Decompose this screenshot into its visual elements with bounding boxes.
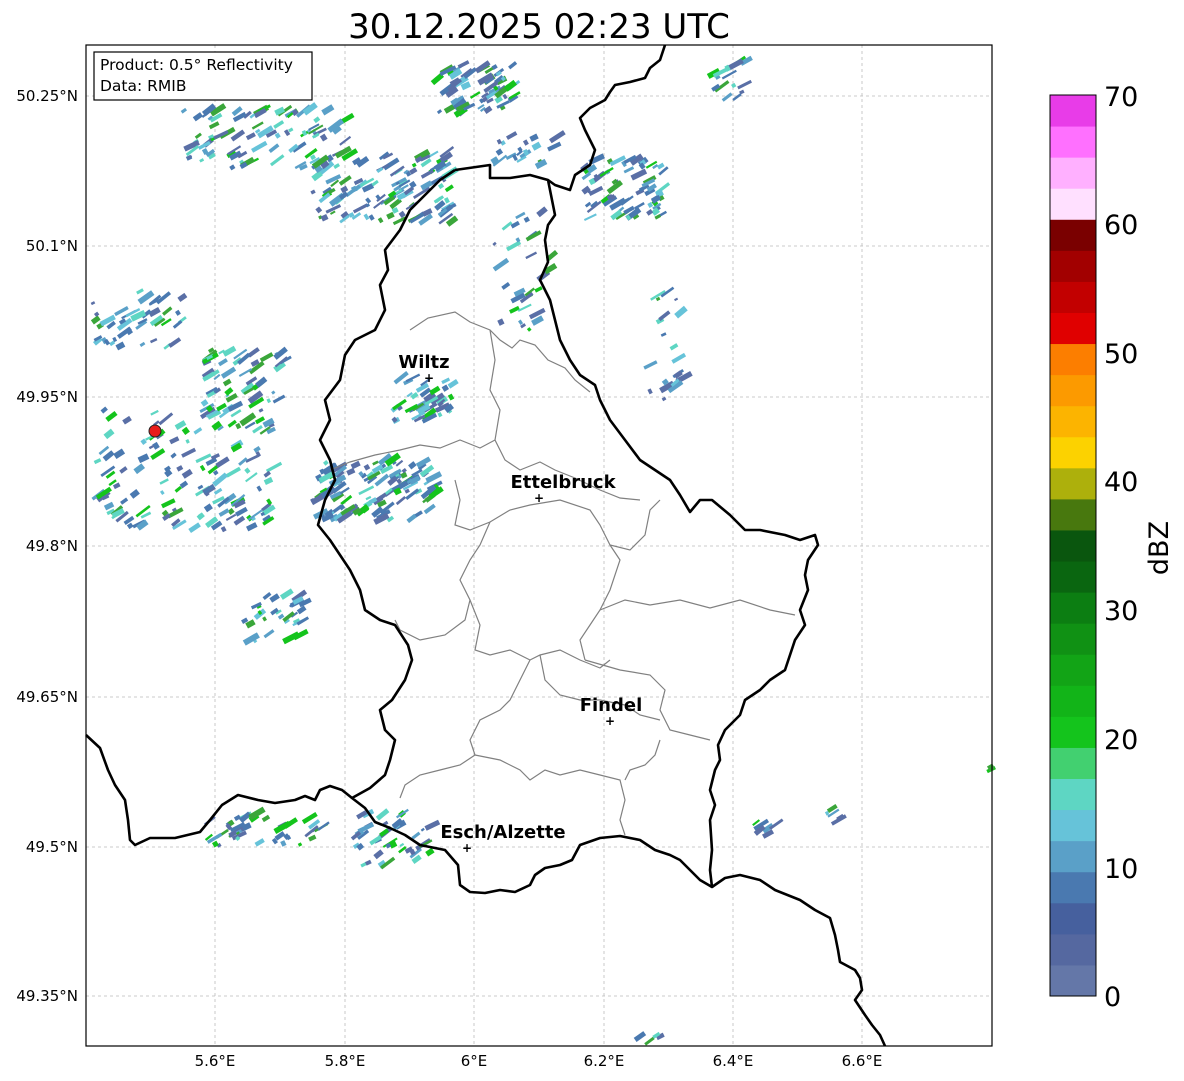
colorbar-segment	[1050, 933, 1096, 966]
lat-tick-label: 49.95°N	[16, 388, 78, 406]
lat-tick-label: 49.35°N	[16, 987, 78, 1005]
colorbar-segment	[1050, 561, 1096, 593]
colorbar-tick-label: 20	[1104, 725, 1138, 756]
colorbar-segment	[1050, 623, 1096, 655]
colorbar-segment	[1050, 902, 1096, 935]
colorbar-segment	[1050, 654, 1096, 686]
colorbar-segment	[1050, 250, 1096, 282]
lat-tick-label: 49.65°N	[16, 688, 78, 706]
info-box: Product: 0.5° Reflectivity Data: RMIB	[93, 51, 313, 101]
city-label: Esch/Alzette	[440, 822, 565, 843]
colorbar-segment	[1050, 157, 1096, 189]
colorbar-label: dBZ	[1144, 521, 1175, 575]
info-data-source: Data: RMIB	[100, 77, 187, 95]
colorbar-segment	[1050, 809, 1096, 842]
colorbar-tick-label: 30	[1104, 596, 1138, 627]
lat-tick-label: 50.1°N	[26, 237, 78, 255]
city-label: Wiltz	[398, 352, 449, 373]
colorbar-segment	[1050, 498, 1096, 531]
colorbar-tick-label: 70	[1104, 82, 1138, 113]
colorbar-segment	[1050, 592, 1096, 624]
colorbar-segment	[1050, 188, 1096, 220]
lon-tick-label: 6°E	[461, 1052, 488, 1070]
info-product: Product: 0.5° Reflectivity	[100, 56, 293, 74]
lon-tick-label: 5.8°E	[325, 1052, 366, 1070]
colorbar-segment	[1050, 436, 1096, 469]
lat-tick-label: 49.5°N	[26, 838, 78, 856]
city-marker-icon: +	[424, 371, 434, 385]
colorbar-segment	[1050, 716, 1096, 748]
colorbar-segments	[1050, 95, 1096, 997]
lon-tick-label: 6.6°E	[842, 1052, 883, 1070]
colorbar-segment	[1050, 374, 1096, 407]
colorbar-segment	[1050, 405, 1096, 438]
city-label: Findel	[580, 695, 643, 716]
lon-tick-label: 6.4°E	[713, 1052, 754, 1070]
radar-site-marker	[148, 424, 162, 438]
colorbar-segment	[1050, 871, 1096, 904]
colorbar-segment	[1050, 219, 1096, 251]
colorbar-segment	[1050, 312, 1096, 345]
colorbar-tick-label: 40	[1104, 467, 1138, 498]
longitude-tick-labels: 5.6°E 5.8°E 6°E 6.2°E 6.4°E 6.6°E	[195, 1052, 883, 1070]
city-marker-icon: +	[534, 491, 544, 505]
lat-tick-label: 50.25°N	[16, 87, 78, 105]
lat-tick-label: 49.8°N	[26, 537, 78, 555]
colorbar-segment	[1050, 126, 1096, 158]
city-marker-icon: +	[605, 714, 615, 728]
colorbar-segment	[1050, 281, 1096, 313]
city-marker-icon: +	[462, 841, 472, 855]
colorbar-segment	[1050, 529, 1096, 562]
map-area	[86, 45, 992, 1046]
colorbar-segment	[1050, 343, 1096, 376]
colorbar-segment	[1050, 685, 1096, 717]
colorbar-tick-label: 10	[1104, 854, 1138, 885]
colorbar-segment	[1050, 467, 1096, 500]
colorbar-segment	[1050, 840, 1096, 873]
colorbar-tick-labels: 0 10 20 30 40 50 60 70	[1104, 82, 1138, 1013]
lon-tick-label: 6.2°E	[584, 1052, 625, 1070]
colorbar-tick-label: 60	[1104, 210, 1138, 241]
colorbar-tick-label: 0	[1104, 982, 1121, 1013]
colorbar-tick-label: 50	[1104, 339, 1138, 370]
lon-tick-label: 5.6°E	[195, 1052, 236, 1070]
colorbar: 0 10 20 30 40 50 60 70 dBZ	[1049, 82, 1175, 1013]
latitude-tick-labels: 50.25°N 50.1°N 49.95°N 49.8°N 49.65°N 49…	[16, 87, 78, 1005]
colorbar-segment	[1050, 964, 1096, 997]
colorbar-segment	[1050, 95, 1096, 127]
map-title: 30.12.2025 02:23 UTC	[348, 7, 730, 47]
colorbar-segment	[1050, 778, 1096, 811]
colorbar-segment	[1050, 747, 1096, 780]
city-label: Ettelbruck	[510, 472, 616, 493]
radar-map-figure: 30.12.2025 02:23 UTC + Wiltz + Ettelbruc…	[16, 7, 1175, 1070]
